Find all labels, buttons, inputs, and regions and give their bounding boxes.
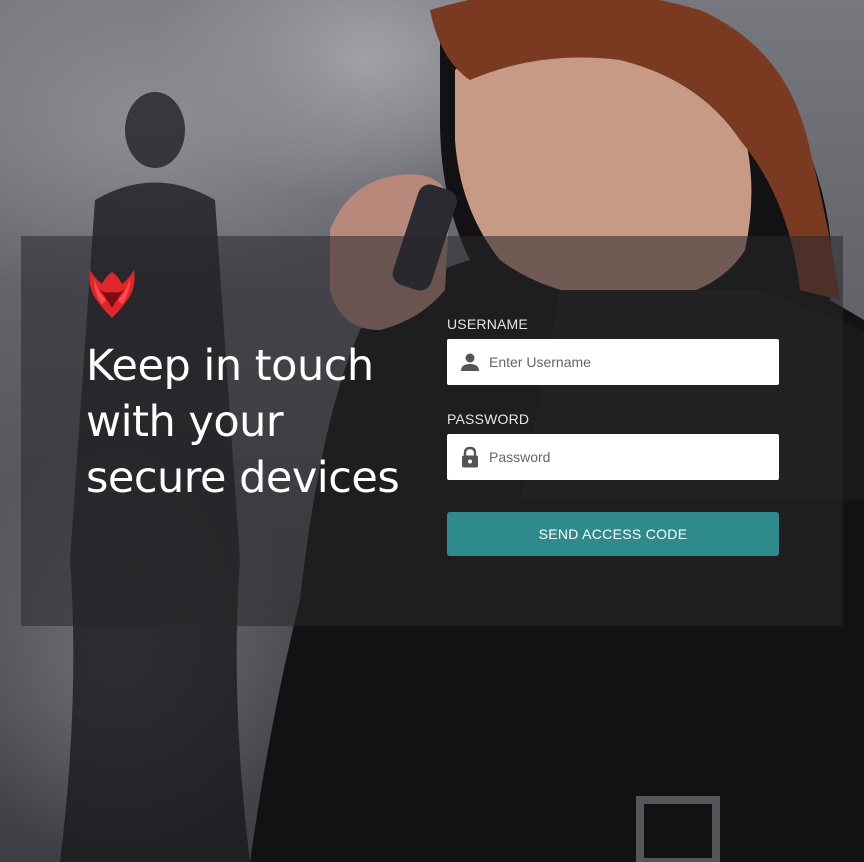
password-label: PASSWORD (447, 411, 530, 427)
username-input[interactable] (489, 339, 769, 385)
person-icon (459, 351, 481, 373)
hero-headline: Keep in touch with your secure devices (86, 341, 400, 503)
username-label: USERNAME (447, 316, 528, 332)
password-input[interactable] (489, 434, 769, 480)
fox-emblem-icon (84, 268, 140, 322)
username-field[interactable] (447, 339, 779, 385)
send-access-code-button[interactable]: SEND ACCESS CODE (447, 512, 779, 556)
password-field[interactable] (447, 434, 779, 480)
lock-icon (459, 446, 481, 468)
login-page: Keep in touch with your secure devices U… (0, 0, 864, 862)
